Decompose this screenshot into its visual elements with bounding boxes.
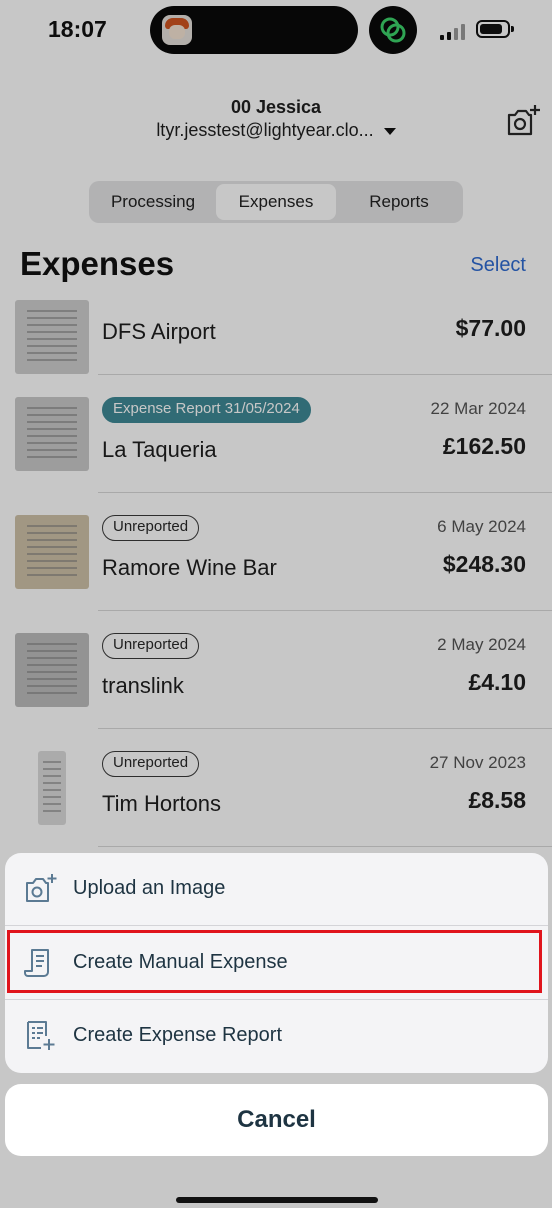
- create-expense-report-button[interactable]: Create Expense Report: [5, 1000, 548, 1073]
- upload-image-button[interactable]: Upload an Image: [5, 853, 548, 926]
- highlight-box: [7, 930, 542, 993]
- cancel-button[interactable]: Cancel: [5, 1084, 548, 1156]
- camera-plus-icon: [24, 873, 58, 905]
- home-indicator: [176, 1197, 378, 1203]
- action-label: Upload an Image: [73, 877, 226, 899]
- action-label: Create Expense Report: [73, 1024, 283, 1046]
- report-add-icon: [24, 1020, 58, 1052]
